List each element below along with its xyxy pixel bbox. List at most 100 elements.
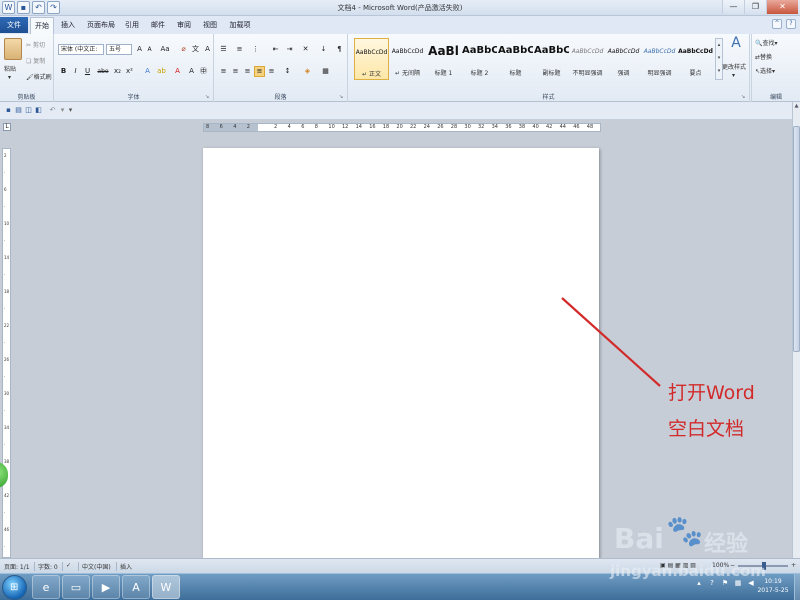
style-subtle-emphasis[interactable]: AaBbCcDd 不明显强调 [570,38,605,80]
text-effects-icon[interactable]: A [142,66,153,77]
tab-file[interactable]: 文件 [0,17,28,33]
tab-selector[interactable]: L [3,123,11,131]
italic-button[interactable]: I [70,66,81,77]
help-icon[interactable]: ? [786,19,796,29]
vertical-ruler[interactable]: 2·6·10·14·18·22·26·30·34·38·42·46· [2,148,11,558]
underline-button[interactable]: U [82,66,93,77]
preview-icon[interactable]: ◫ [24,106,33,115]
vertical-scrollbar[interactable]: ▲ [792,102,800,558]
clear-format-icon[interactable]: ⌀ [178,44,189,55]
font-size-combo[interactable]: 五号 [106,44,132,55]
tab-addins[interactable]: 加载项 [226,17,254,33]
start-button[interactable]: ⊞ [2,575,27,600]
undo-icon[interactable]: ↶ [48,106,57,115]
tab-mailings[interactable]: 邮件 [146,17,170,33]
align-center-icon[interactable]: ≡ [230,66,241,77]
scroll-up-icon[interactable]: ▲ [793,102,800,111]
style-label: ↵ 无间隔 [395,70,420,77]
numbering-icon[interactable]: ≡ [234,44,245,55]
tab-review[interactable]: 审阅 [172,17,196,33]
multilevel-list-icon[interactable]: ⋮ [250,44,261,55]
chinese-layout-icon[interactable]: ✕ [300,44,311,55]
find-button[interactable]: 🔍查找▾ [755,38,778,47]
paste-button[interactable]: 粘贴 [4,64,16,73]
tab-page-layout[interactable]: 页面布局 [84,17,118,33]
select-button[interactable]: ↖选择▾ [755,66,775,75]
ie-icon[interactable]: e [32,575,60,599]
shading-icon[interactable]: ◈ [302,66,313,77]
decrease-indent-icon[interactable]: ⇤ [270,44,281,55]
minimize-ribbon-icon[interactable]: ^ [772,19,782,29]
line-spacing-icon[interactable]: ↕ [282,66,293,77]
open-icon[interactable]: ◧ [34,106,43,115]
font-color-icon[interactable]: A [172,66,183,77]
char-border-icon[interactable]: A [202,44,213,55]
style-no-spacing[interactable]: AaBbCcDd ↵ 无间隔 [390,38,425,80]
horizontal-ruler[interactable]: 8 6 4 2 2 4 6 8 10 12 14 16 18 20 22 24 26 28 30 32 34 36 38 40… [203,123,601,132]
borders-icon[interactable]: ▦ [320,66,331,77]
style-strong[interactable]: AaBbCcDd 要点 [678,38,713,80]
style-intense-emphasis[interactable]: AaBbCcDd 明显强调 [642,38,677,80]
highlight-color-icon[interactable]: ab [156,66,167,77]
proofing-icon[interactable]: ✓ [66,562,71,569]
style-title[interactable]: AaBbC 标题 [498,38,533,80]
word-taskbar-icon[interactable]: W [152,575,180,599]
document-page[interactable] [203,148,599,558]
align-right-icon[interactable]: ≡ [242,66,253,77]
replace-button[interactable]: ⇄替换 [755,52,772,61]
style-emphasis[interactable]: AaBbCcDd 强调 [606,38,641,80]
change-case-icon[interactable]: Aa [158,44,172,55]
explorer-icon[interactable]: ▭ [62,575,90,599]
style-heading-2[interactable]: AaBbC 标题 2 [462,38,497,80]
show-marks-icon[interactable]: ¶ [334,44,345,55]
char-shading-icon[interactable]: A [186,66,197,77]
ruler-number: 36 [505,124,512,130]
justify-icon[interactable]: ≡ [254,66,265,77]
copy-button[interactable]: ❏ 复制 [26,56,45,65]
style-heading-1[interactable]: AaBl 标题 1 [426,38,461,80]
tab-references[interactable]: 引用 [120,17,144,33]
styles-group: AaBbCcDd ↵ 正文 AaBbCcDd ↵ 无间隔 AaBl 标题 1 A… [348,34,750,102]
language-indicator[interactable]: 中文(中国) [82,562,111,571]
phonetic-guide-icon[interactable]: 文 [190,44,201,55]
shrink-font-icon[interactable]: A [144,44,155,55]
enclose-char-icon[interactable]: ㊥ [198,66,209,77]
bold-button[interactable]: B [58,66,69,77]
close-button[interactable]: ✕ [766,0,798,14]
style-subtitle[interactable]: AaBbC 副标题 [534,38,569,80]
sort-icon[interactable]: ↓ [318,44,329,55]
bullets-icon[interactable]: ☰ [218,44,229,55]
strikethrough-button[interactable]: abe [96,66,110,77]
subscript-button[interactable]: x₂ [112,66,123,77]
annotation-line-1: 打开Word [668,382,755,404]
paste-icon[interactable] [4,38,22,60]
save-icon[interactable]: ▪ [4,106,13,115]
paste-dropdown-icon[interactable]: ▾ [8,74,11,81]
minimize-button[interactable]: — [722,0,744,14]
distribute-icon[interactable]: ≡ [266,66,277,77]
tab-home[interactable]: 开始 [30,17,54,34]
cut-button[interactable]: ✂ 剪切 [26,40,45,49]
acrobat-icon[interactable]: A [122,575,150,599]
restore-button[interactable]: ❐ [744,0,766,14]
change-styles-icon[interactable]: A [726,36,746,56]
page-count[interactable]: 页面: 1/1 [4,562,30,571]
superscript-button[interactable]: x² [124,66,135,77]
print-icon[interactable]: ▤ [14,106,23,115]
customize-qat-icon[interactable]: ▾ [66,106,75,115]
tab-view[interactable]: 视图 [198,17,222,33]
change-styles-dropdown-icon[interactable]: ▾ [732,72,735,79]
media-icon[interactable]: ▶ [92,575,120,599]
paragraph-dialog-launcher-icon[interactable]: ↘ [339,94,345,100]
insert-mode-indicator[interactable]: 插入 [120,562,132,571]
format-painter-button[interactable]: 🖌格式刷 [26,72,52,81]
font-name-combo[interactable]: 宋体 (中文正: [58,44,104,55]
change-styles-button[interactable]: 更改样式 [722,62,746,71]
tab-insert[interactable]: 插入 [56,17,80,33]
font-dialog-launcher-icon[interactable]: ↘ [205,94,211,100]
style-normal[interactable]: AaBbCcDd ↵ 正文 [354,38,389,80]
scrollbar-thumb[interactable] [793,126,800,352]
word-count[interactable]: 字数: 0 [38,562,58,571]
increase-indent-icon[interactable]: ⇥ [284,44,295,55]
align-left-icon[interactable]: ≡ [218,66,229,77]
